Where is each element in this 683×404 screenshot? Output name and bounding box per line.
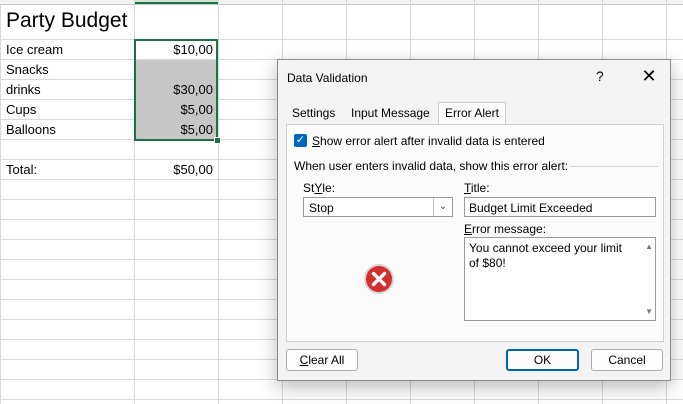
style-label: StYle: [303,181,335,195]
label-text: St [303,181,315,195]
show-alert-label[interactable]: Show error alert after invalid data is e… [312,134,545,148]
error-stop-icon [364,264,394,294]
total-value-cell[interactable]: $50,00 [134,160,213,180]
access-key: T [464,181,471,195]
item-label-cell[interactable]: Ice cream [6,40,63,60]
close-button[interactable]: ✕ [638,65,660,87]
label-text: le: [322,181,336,195]
tab-input-message[interactable]: Input Message [345,103,436,124]
title-label: Title: [464,181,490,195]
scroll-up-icon[interactable]: ▲ [645,242,653,251]
help-button[interactable]: ? [596,68,604,84]
error-message-textarea[interactable]: You cannot exceed your limit of $80! ▲ ▼ [464,237,656,321]
label-text: itle: [470,181,490,195]
label-text: rror message: [472,222,547,236]
error-message-value: You cannot exceed your limit of $80! [469,241,622,270]
grid-line [0,39,683,40]
title-input[interactable]: Budget Limit Exceeded [464,197,656,217]
cancel-button[interactable]: Cancel [591,349,663,371]
dialog-title: Data Validation [287,71,368,85]
sheet-title-cell[interactable]: Party Budget [6,9,127,33]
item-label-cell[interactable]: Snacks [6,60,49,80]
show-alert-checkbox[interactable]: ✓ [294,134,307,147]
data-validation-dialog: Data Validation ? ✕ Settings Input Messa… [277,59,671,381]
access-key: C [299,353,309,367]
label-text: how error alert after invalid data is en… [320,134,545,148]
section-label: When user enters invalid data, show this… [294,159,569,173]
fill-handle[interactable] [214,137,221,144]
selection-range[interactable] [134,39,218,141]
ok-button[interactable]: OK [506,349,579,371]
total-label-cell[interactable]: Total: [6,160,37,180]
column-header-strip[interactable] [0,0,683,5]
error-alert-panel: ✓ Show error alert after invalid data is… [286,124,664,342]
grid-line [0,399,683,400]
button-label: lear All [308,353,345,367]
item-label-cell[interactable]: drinks [6,80,41,100]
access-key: E [464,222,473,236]
section-divider [570,166,658,167]
item-label-cell[interactable]: Cups [6,100,36,120]
selected-column-header[interactable] [134,0,218,4]
tab-settings[interactable]: Settings [286,103,341,124]
access-key: S [312,134,321,148]
item-label-cell[interactable]: Balloons [6,120,56,140]
chevron-down-icon[interactable]: ⌄ [433,198,452,216]
tab-error-alert[interactable]: Error Alert [438,102,507,125]
error-message-label: Error message: [464,222,546,236]
style-value: Stop [309,201,334,215]
style-dropdown[interactable]: Stop ⌄ [303,197,453,217]
scrollbar[interactable]: ▲ ▼ [641,238,655,320]
title-input-value: Budget Limit Exceeded [469,201,593,215]
scroll-down-icon[interactable]: ▼ [645,307,653,316]
clear-all-button[interactable]: Clear All [286,349,358,371]
grid-line [218,0,219,404]
